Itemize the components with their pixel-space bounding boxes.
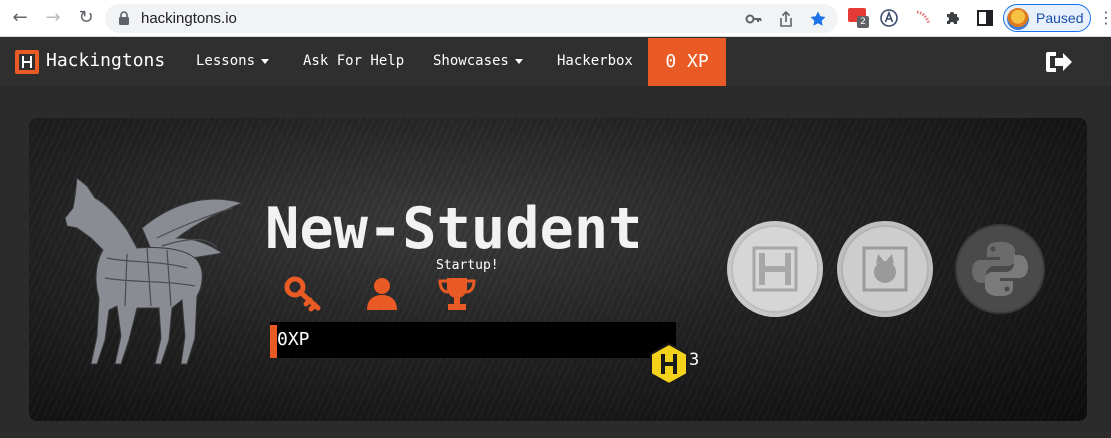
trophy-icon[interactable] — [437, 274, 477, 314]
back-icon[interactable]: ← — [9, 7, 31, 29]
reload-icon[interactable]: ↻ — [75, 7, 97, 29]
browser-toolbar: ← → ↻ hackingtons.io 2 Paused ⋮ — [0, 0, 1111, 37]
nav-hackerbox[interactable]: Hackerbox — [557, 53, 633, 69]
key-icon[interactable] — [745, 10, 763, 28]
url-text: hackingtons.io — [141, 10, 237, 27]
nav-ask-for-help-label: Ask For Help — [303, 53, 405, 69]
feather-extension-icon[interactable] — [913, 8, 933, 28]
student-name: New-Student — [265, 196, 643, 262]
nav-hackerbox-label: Hackerbox — [557, 53, 633, 69]
avatar — [1007, 8, 1029, 30]
pegasus-mascot-image — [64, 177, 244, 365]
translate-extension-icon[interactable] — [879, 8, 899, 28]
nav-showcases-label: Showcases — [433, 53, 509, 69]
nav-lessons-label: Lessons — [196, 53, 256, 69]
xp-progress-bar: 0XP — [270, 322, 676, 358]
forward-icon[interactable]: → — [42, 7, 64, 29]
profile-hero-card: New-Student Startup! 0XP 3 — [29, 118, 1087, 421]
nav-showcases-dropdown[interactable]: Showcases — [433, 53, 523, 69]
caret-down-icon — [514, 58, 523, 64]
nav-ask-for-help[interactable]: Ask For Help — [303, 53, 404, 69]
puzzle-icon[interactable] — [943, 8, 963, 28]
user-icon[interactable] — [362, 274, 402, 314]
nav-lessons-dropdown[interactable]: Lessons — [196, 53, 270, 69]
bookmark-star-icon[interactable] — [809, 10, 827, 28]
side-panel-icon[interactable] — [975, 8, 995, 28]
address-bar[interactable]: hackingtons.io — [105, 4, 838, 33]
extension-badge: 2 — [857, 16, 869, 28]
profile-button[interactable]: Paused — [1003, 4, 1091, 32]
extension-calendar-icon[interactable]: 2 — [848, 8, 869, 28]
hackingtons-hex-badge-icon[interactable] — [649, 342, 689, 386]
more-menu-icon[interactable]: ⋮ — [1098, 8, 1111, 28]
hackingtons-logo-icon — [15, 50, 39, 74]
key-icon[interactable] — [284, 274, 324, 314]
xp-progress-label: 0XP — [277, 329, 310, 350]
lock-icon — [119, 11, 129, 25]
hex-badge-count: 3 — [689, 350, 700, 370]
share-icon[interactable] — [777, 10, 795, 28]
python-coin-icon[interactable] — [951, 220, 1049, 318]
logout-icon[interactable] — [1044, 50, 1074, 74]
xp-progress-fill — [270, 325, 277, 358]
brand-name: Hackingtons — [46, 50, 166, 71]
xp-badge[interactable]: 0 XP — [648, 38, 726, 86]
profile-status-label: Paused — [1036, 10, 1084, 26]
hackingtons-coin-icon[interactable] — [726, 220, 824, 318]
badge-tooltip: Startup! — [436, 258, 499, 273]
scratch-coin-icon[interactable] — [836, 220, 934, 318]
site-navbar: Hackingtons Lessons Ask For Help Showcas… — [0, 38, 1111, 86]
caret-down-icon — [261, 58, 270, 64]
